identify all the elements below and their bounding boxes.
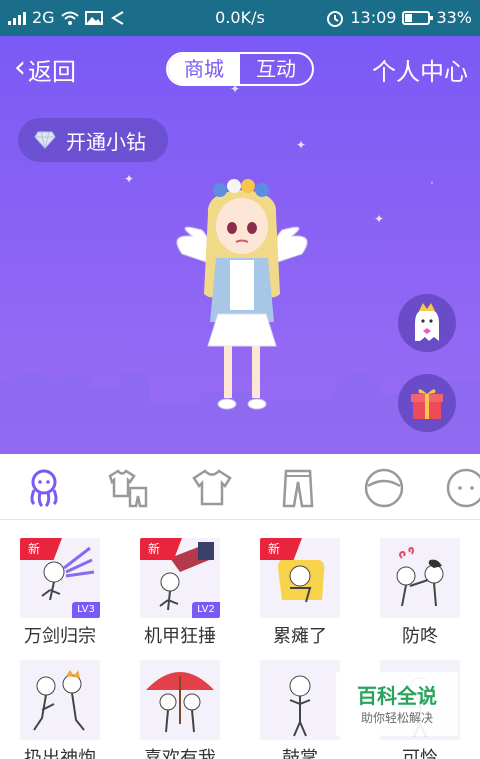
clap-stick-figure-icon [289,675,311,737]
item-card[interactable]: 新 累瘫了 [240,520,360,647]
item-label: 喜欢有我 [144,748,216,759]
item-thumbnail [20,660,100,740]
tshirt-icon[interactable] [190,466,234,510]
head-icon[interactable] [444,466,480,510]
chevron-left-icon: ‹ [14,50,26,85]
tshirt-set-icon[interactable] [106,466,150,510]
avatar-character[interactable] [172,174,312,414]
vip-button[interactable]: 开通小钻 [18,118,168,162]
level-badge: LV3 [72,602,100,618]
item-label: 扔出神炮 [24,748,96,759]
gift-box-icon [411,389,443,419]
avatar-stage: ✦ ✦ ✦ ✦ · ‹ 返回 商城 互动 个人中心 开通小钻 [0,36,480,454]
status-right: 13:09 33% [326,8,472,27]
alarm-icon [327,10,344,27]
back-label: 返回 [28,58,76,86]
item-thumbnail: 新 LV2 [140,538,220,618]
category-tabs [0,454,480,520]
battery-percent: 33% [436,8,472,27]
item-label: 鼓掌 [282,748,318,759]
item-thumbnail [260,660,340,740]
battery-icon [402,10,434,25]
item-card[interactable]: 扔出神炮 [0,642,120,759]
umbrella-couple-icon [146,672,214,733]
face-icon[interactable] [362,466,406,510]
item-thumbnail: 新 [260,538,340,618]
wall-push-icon [396,546,444,607]
tab-interact[interactable]: 互动 [240,54,312,84]
item-thumbnail: 新 LV3 [20,538,100,618]
clock: 13:09 [350,8,397,27]
octopus-icon[interactable] [22,466,66,510]
pants-icon[interactable] [276,466,320,510]
level-badge: LV2 [192,602,220,618]
diamond-icon [34,131,56,149]
watermark-title: 百科全说 [357,684,437,708]
tab-shop[interactable]: 商城 [168,54,240,84]
watermark: 百科全说 助你轻松解决 [336,672,458,736]
item-card[interactable]: 新 LV2 机甲狂捶 [120,520,240,647]
watermark-subtitle: 助你轻松解决 [360,711,433,725]
vip-label: 开通小钻 [66,129,146,154]
personal-center-link[interactable]: 个人中心 [372,52,468,87]
status-bar: 2G 0.0K/s 13:09 33% [0,0,480,36]
god-cannon-icon [33,670,85,731]
item-label: 可怜 [402,748,438,759]
crown-ghost-icon [415,303,439,341]
back-button[interactable]: ‹ 返回 [14,52,76,87]
item-card[interactable]: 新 LV3 万剑归宗 [0,520,120,647]
mode-switch: 商城 互动 [166,52,314,86]
gift-button[interactable] [398,374,456,432]
item-card[interactable]: 防咚 [360,520,480,647]
crown-ghost-button[interactable] [398,294,456,352]
item-thumbnail [140,660,220,740]
item-card[interactable]: 喜欢有我 [120,642,240,759]
item-thumbnail [380,538,460,618]
